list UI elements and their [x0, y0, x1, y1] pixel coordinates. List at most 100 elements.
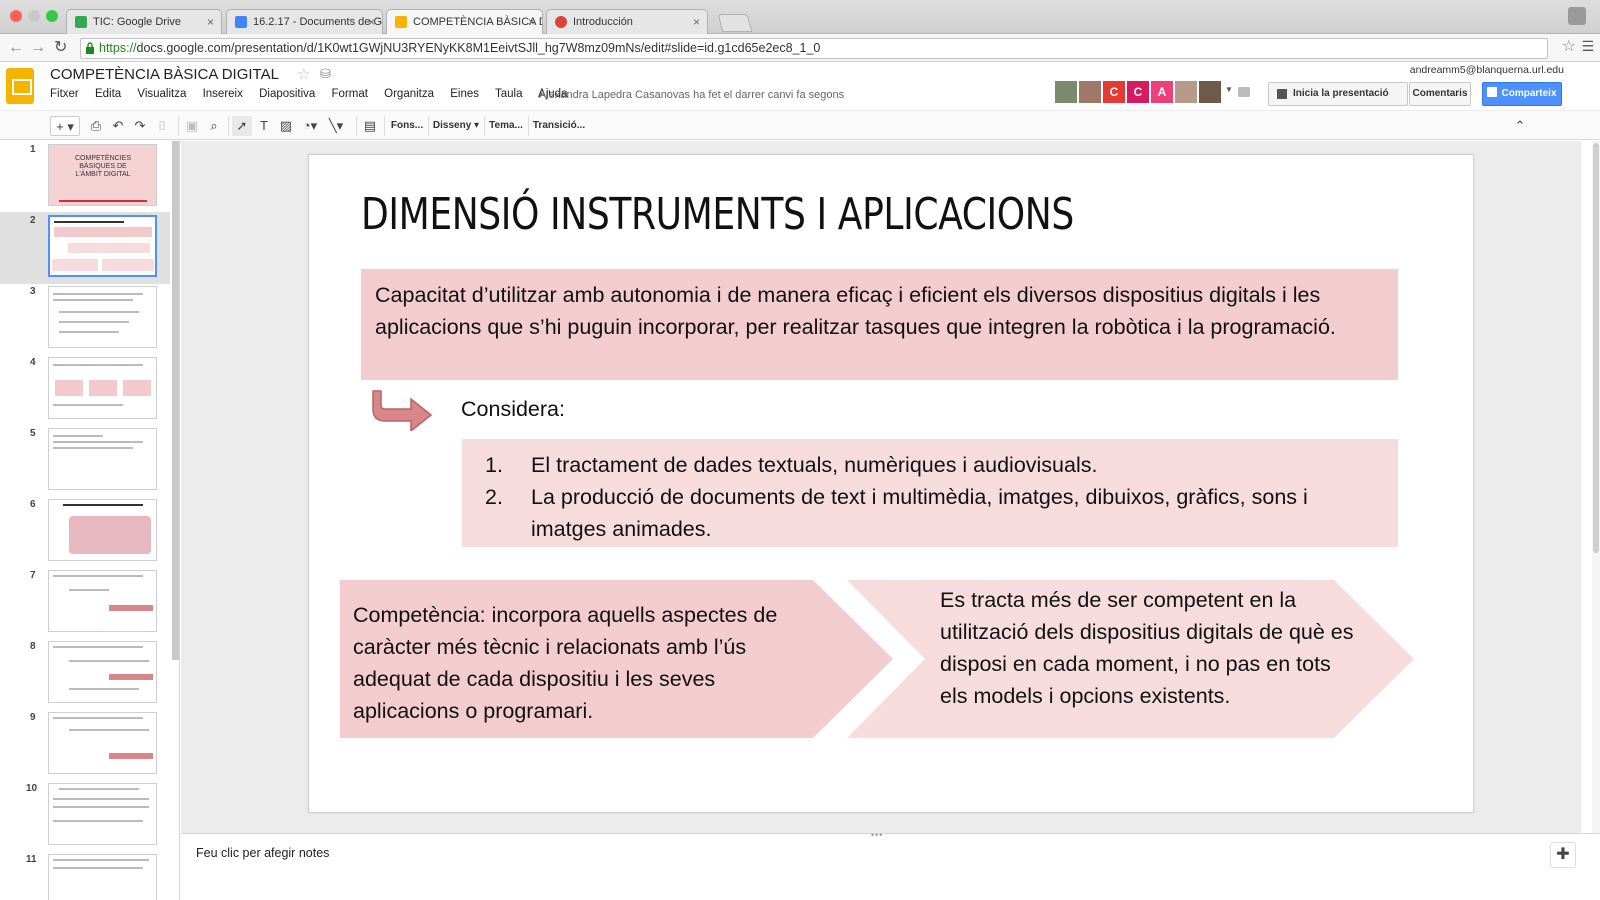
browser-menu-icon[interactable]: ☰: [1581, 38, 1594, 55]
competence-text[interactable]: Competència: incorpora aquells aspectes …: [353, 599, 813, 727]
slide-thumbnail-9[interactable]: 9: [0, 709, 170, 781]
slide-thumbnail-6[interactable]: 6: [0, 496, 170, 568]
avatar[interactable]: [1199, 81, 1221, 103]
present-icon: [1277, 89, 1287, 99]
bent-arrow-icon[interactable]: [371, 389, 435, 431]
comments-button[interactable]: Comentaris: [1409, 82, 1471, 106]
avatar[interactable]: [1079, 81, 1101, 103]
speaker-notes[interactable]: ••• Feu clic per afegir notes ✚: [181, 830, 1600, 900]
zoom-icon[interactable]: ⌕: [204, 116, 224, 136]
slide-canvas[interactable]: DIMENSIÓ INSTRUMENTS I APLICACIONS Capac…: [181, 141, 1581, 833]
definition-box[interactable]: Capacitat d’utilitzar amb autonomia i de…: [361, 269, 1398, 380]
reload-icon[interactable]: ↻: [54, 38, 67, 58]
menu-edita[interactable]: Edita: [95, 88, 121, 100]
slides-logo-icon[interactable]: [6, 68, 34, 104]
slide-thumbnail-5[interactable]: 5: [0, 425, 170, 497]
menu-format[interactable]: Format: [332, 88, 368, 100]
menu-eines[interactable]: Eines: [450, 88, 479, 100]
browser-tab-introduccion[interactable]: Introducción ×: [546, 9, 708, 34]
zoom-fit-icon[interactable]: ▣: [182, 116, 202, 136]
last-edit-status[interactable]: Alexandra Lapedra Casanovas ha fet el da…: [539, 89, 844, 101]
print-icon[interactable]: ⎙: [86, 116, 106, 136]
background-button[interactable]: Fons...: [388, 116, 426, 136]
avatar[interactable]: C: [1103, 81, 1125, 103]
slide-thumbnail-7[interactable]: 7: [0, 567, 170, 639]
menu-taula[interactable]: Taula: [495, 88, 523, 100]
shape-icon[interactable]: ◔▾: [298, 116, 322, 136]
slide-thumbnail-4[interactable]: 4: [0, 354, 170, 426]
url-field[interactable]: https://docs.google.com/presentation/d/1…: [80, 38, 1548, 59]
back-icon[interactable]: ←: [8, 38, 24, 58]
resize-handle-icon[interactable]: •••: [871, 830, 883, 840]
filmstrip-scrollbar[interactable]: [172, 141, 179, 660]
menu-fitxer[interactable]: Fitxer: [50, 88, 79, 100]
move-to-folder-icon[interactable]: ⛁: [320, 66, 331, 82]
new-slide-button[interactable]: + ▾: [50, 116, 80, 136]
redo-icon[interactable]: ↷: [130, 116, 150, 136]
avatar[interactable]: [1055, 81, 1077, 103]
slide-thumbnail-image: [48, 215, 157, 277]
close-tab-icon[interactable]: ×: [207, 10, 214, 34]
canvas-scrollbar[interactable]: [1592, 141, 1600, 833]
zoom-window-button[interactable]: [46, 10, 58, 22]
menu-insereix[interactable]: Insereix: [203, 88, 243, 100]
tab-label: COMPETÈNCIA BÀSICA DIG: [413, 16, 542, 28]
slide-thumbnail-2[interactable]: 2: [0, 212, 170, 284]
forward-icon[interactable]: →: [30, 38, 46, 58]
slide-thumbnail-3[interactable]: 3: [0, 283, 170, 355]
list-text: La producció de documents de text i mult…: [531, 485, 1308, 541]
more-collaborators-icon[interactable]: ▼: [1225, 85, 1233, 94]
avatar[interactable]: C: [1127, 81, 1149, 103]
considerations-list[interactable]: 1. El tractament de dades textuals, numè…: [462, 439, 1398, 547]
comment-icon[interactable]: ▤: [360, 116, 380, 136]
close-tab-icon[interactable]: ×: [693, 10, 700, 34]
image-icon[interactable]: ▨: [276, 116, 296, 136]
slide-thumbnail-image: [48, 641, 157, 703]
text-box-icon[interactable]: T: [254, 116, 274, 136]
line-icon[interactable]: ╲▾: [324, 116, 348, 136]
paint-format-icon[interactable]: ⌷: [152, 116, 172, 136]
bookmark-star-icon[interactable]: ☆: [1562, 36, 1576, 56]
layout-label: Disseny: [432, 120, 472, 131]
slide-thumbnail-8[interactable]: 8: [0, 638, 170, 710]
theme-button[interactable]: Tema...: [488, 116, 524, 136]
list-number: 1.: [485, 453, 503, 477]
layout-button[interactable]: Disseny ▾: [432, 116, 480, 136]
user-email[interactable]: andreamm5@blanquerna.url.edu: [1410, 64, 1564, 76]
star-icon[interactable]: ☆: [297, 65, 310, 83]
slide-title[interactable]: DIMENSIÓ INSTRUMENTS I APLICACIONS: [361, 189, 1074, 240]
chat-icon[interactable]: [1238, 87, 1250, 97]
browser-tab-docs[interactable]: 16.2.17 - Documents de G ×: [226, 9, 383, 34]
menu-diapositiva[interactable]: Diapositiva: [259, 88, 315, 100]
considera-label[interactable]: Considera:: [461, 397, 565, 422]
document-title[interactable]: COMPETÈNCIA BÀSICA DIGITAL: [50, 66, 279, 83]
close-tab-icon[interactable]: ×: [528, 10, 535, 34]
browser-tab-slides[interactable]: COMPETÈNCIA BÀSICA DIG ×: [386, 9, 543, 35]
profile-icon[interactable]: [1568, 7, 1586, 25]
slide-thumbnail-10[interactable]: 10: [0, 780, 170, 852]
transition-button[interactable]: Transició...: [532, 116, 586, 136]
explanation-text[interactable]: Es tracta més de ser competent en la uti…: [940, 584, 1360, 712]
slide-thumbnail-1[interactable]: 1 COMPETÈNCIES BÀSIQUES DE L'ÀMBIT DIGIT…: [0, 141, 170, 213]
scroll-thumb[interactable]: [1593, 143, 1599, 553]
close-tab-icon[interactable]: ×: [368, 10, 375, 34]
menu-visualitza[interactable]: Visualitza: [137, 88, 186, 100]
minimize-window-button[interactable]: [28, 10, 40, 22]
menu-organitza[interactable]: Organitza: [384, 88, 434, 100]
new-tab-button[interactable]: [717, 14, 753, 32]
collapse-menu-icon[interactable]: ⌃: [1510, 116, 1530, 136]
slide-thumbnail-11[interactable]: 11: [0, 851, 170, 900]
present-button[interactable]: Inicia la presentació: [1268, 82, 1408, 106]
thumbnail-title: COMPETÈNCIES BÀSIQUES DE L'ÀMBIT DIGITAL: [74, 155, 131, 178]
close-window-button[interactable]: [10, 10, 22, 22]
browser-tab-drive[interactable]: TIC: Google Drive ×: [66, 9, 222, 34]
explore-icon[interactable]: ✚: [1550, 842, 1576, 868]
undo-icon[interactable]: ↶: [108, 116, 128, 136]
slide-thumbnail-image: [48, 712, 157, 774]
notes-placeholder[interactable]: Feu clic per afegir notes: [196, 846, 329, 860]
slide[interactable]: DIMENSIÓ INSTRUMENTS I APLICACIONS Capac…: [308, 154, 1474, 813]
avatar[interactable]: A: [1151, 81, 1173, 103]
share-button[interactable]: Comparteix: [1482, 82, 1562, 106]
avatar[interactable]: [1175, 81, 1197, 103]
select-tool-icon[interactable]: ➚: [232, 116, 252, 136]
